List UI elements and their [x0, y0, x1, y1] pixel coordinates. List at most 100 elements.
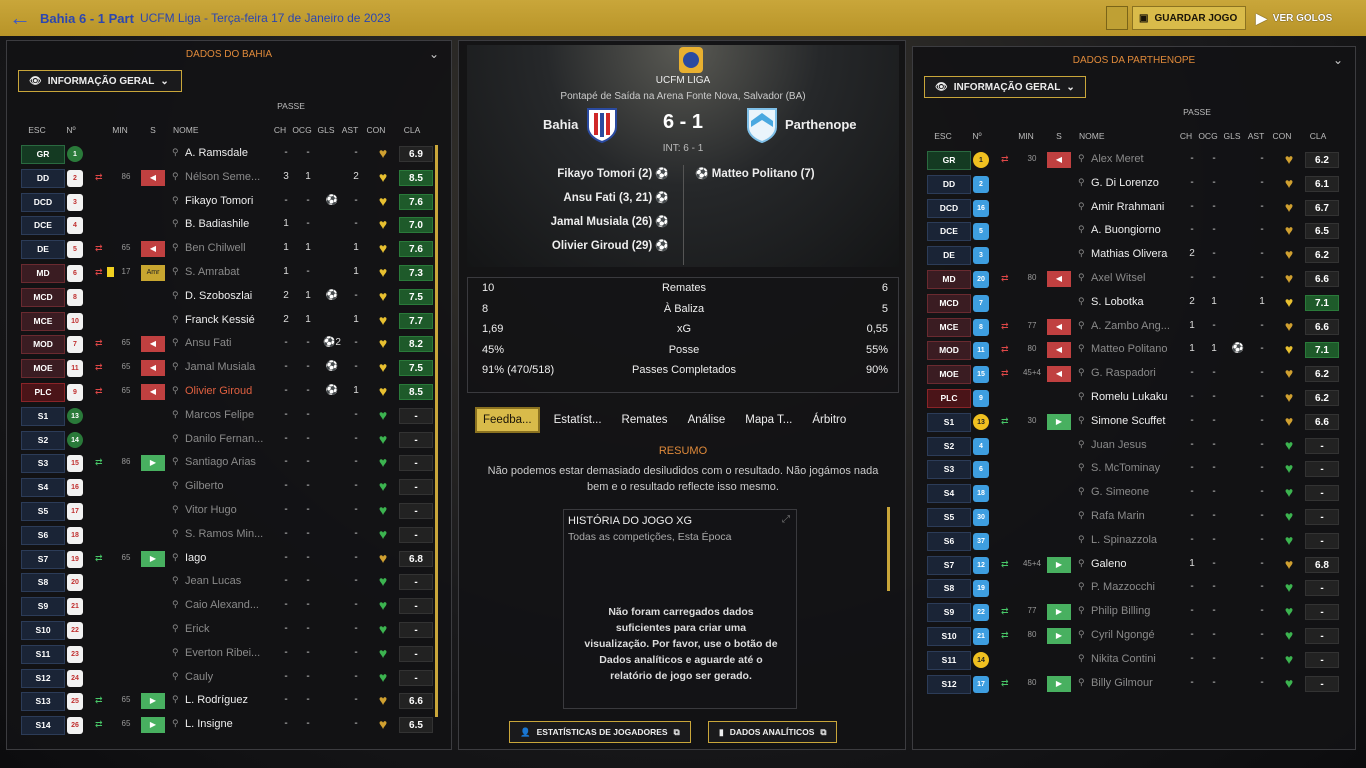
table-row[interactable]: MCD 7 ⚲ S. Lobotka 2 1 1 ♥ 7.1	[919, 292, 1339, 314]
column-header-nome[interactable]: NOME	[1079, 131, 1119, 141]
position-badge[interactable]: S4	[21, 478, 65, 498]
column-header-ch[interactable]: CH	[1175, 131, 1197, 141]
away-info-dropdown[interactable]: 👁 INFORMAÇÃO GERAL ⌄	[924, 76, 1086, 98]
player-name[interactable]: Jamal Musiala	[185, 361, 281, 373]
position-badge[interactable]: S10	[21, 621, 65, 640]
analysis-tab[interactable]: Feedba...	[475, 407, 540, 433]
position-badge[interactable]: S5	[21, 502, 65, 521]
player-name[interactable]: S. Lobotka	[1091, 296, 1187, 308]
player-name[interactable]: D. Szoboszlai	[185, 290, 281, 302]
column-header-cla[interactable]: CLA	[397, 125, 427, 135]
table-row[interactable]: S9 21 ⚲ Caio Alexand... - - - ♥ -	[13, 595, 433, 617]
player-name[interactable]: A. Ramsdale	[185, 147, 281, 159]
position-badge[interactable]: DD	[21, 168, 65, 188]
chevron-down-icon[interactable]: ⌄	[429, 47, 439, 61]
player-name[interactable]: Franck Kessié	[185, 314, 281, 326]
player-name[interactable]: A. Buongiorno	[1091, 224, 1187, 236]
back-arrow-icon[interactable]: ←	[0, 0, 40, 36]
player-name[interactable]: P. Mazzocchi	[1091, 581, 1187, 593]
table-row[interactable]: S10 21 ⇄ 80 ▶ ⚲ Cyril Ngongé - - - ♥ -	[919, 625, 1339, 647]
position-badge[interactable]: MOE	[927, 365, 971, 385]
position-badge[interactable]: S3	[21, 454, 65, 474]
player-name[interactable]: Fikayo Tomori	[185, 195, 281, 207]
position-badge[interactable]: S9	[927, 603, 971, 623]
position-badge[interactable]: S4	[927, 484, 971, 504]
position-badge[interactable]: MCD	[927, 293, 971, 313]
column-header-s[interactable]: S	[147, 125, 159, 135]
position-badge[interactable]: DCE	[21, 216, 65, 236]
position-badge[interactable]: S1	[927, 412, 971, 432]
position-badge[interactable]: S14	[21, 716, 65, 736]
analysis-tab[interactable]: Estatíst...	[548, 407, 608, 433]
table-row[interactable]: S3 15 ⇄ 86 ▶ ⚲ Santiago Arias - - - ♥ -	[13, 452, 433, 474]
analytics-data-button[interactable]: ▮ DADOS ANALÍTICOS ⧉	[708, 721, 838, 743]
table-row[interactable]: S6 18 ⚲ S. Ramos Min... - - - ♥ -	[13, 524, 433, 546]
column-header-ast[interactable]: AST	[1245, 131, 1267, 141]
player-name[interactable]: Romelu Lukaku	[1091, 391, 1187, 403]
table-row[interactable]: DD 2 ⚲ G. Di Lorenzo - - - ♥ 6.1	[919, 173, 1339, 195]
table-row[interactable]: S1 13 ⇄ 30 ▶ ⚲ Simone Scuffet - - - ♥ 6.6	[919, 411, 1339, 433]
table-row[interactable]: S4 16 ⚲ Gilberto - - - ♥ -	[13, 476, 433, 498]
position-badge[interactable]: S12	[927, 674, 971, 694]
position-badge[interactable]: S13	[21, 692, 65, 712]
position-badge[interactable]: S8	[21, 573, 65, 593]
player-name[interactable]: S. Amrabat	[185, 266, 281, 278]
table-row[interactable]: MCE 8 ⇄ 77 ◀ ⚲ A. Zambo Ang... 1 - - ♥ 6.6	[919, 316, 1339, 338]
position-badge[interactable]: MD	[21, 264, 65, 283]
player-name[interactable]: B. Badiashile	[185, 218, 281, 230]
table-row[interactable]: S2 4 ⚲ Juan Jesus - - - ♥ -	[919, 435, 1339, 457]
table-row[interactable]: S2 14 ⚲ Danilo Fernan... - - - ♥ -	[13, 429, 433, 451]
position-badge[interactable]: S9	[21, 597, 65, 617]
table-row[interactable]: MOD 7 ⇄ 65 ◀ ⚲ Ansu Fati - - ⚽2- ♥ 8.2	[13, 333, 433, 355]
column-header-no[interactable]: Nº	[63, 125, 79, 135]
position-badge[interactable]: DCD	[21, 192, 65, 212]
player-name[interactable]: Alex Meret	[1091, 153, 1187, 165]
position-badge[interactable]: MCE	[927, 317, 971, 337]
player-name[interactable]: Marcos Felipe	[185, 409, 281, 421]
position-badge[interactable]: GR	[927, 151, 971, 170]
column-header-cla[interactable]: CLA	[1303, 131, 1333, 141]
table-row[interactable]: MOE 15 ⇄ 45+4 ◀ ⚲ G. Raspadori - - - ♥ 6.2	[919, 363, 1339, 385]
player-name[interactable]: Rafa Marin	[1091, 510, 1187, 522]
table-row[interactable]: S10 22 ⚲ Erick - - - ♥ -	[13, 619, 433, 641]
table-row[interactable]: S3 6 ⚲ S. McTominay - - - ♥ -	[919, 458, 1339, 480]
player-name[interactable]: Philip Billing	[1091, 605, 1187, 617]
analysis-tab[interactable]: Árbitro	[806, 407, 852, 433]
table-row[interactable]: MD 6 ⇄ 17 Amr ⚲ S. Amrabat 1-1 ♥ 7.3	[13, 262, 433, 284]
player-name[interactable]: Danilo Fernan...	[185, 433, 281, 445]
position-badge[interactable]: S2	[21, 430, 65, 450]
position-badge[interactable]: S10	[927, 627, 971, 646]
player-name[interactable]: Juan Jesus	[1091, 439, 1187, 451]
player-name[interactable]: L. Rodríguez	[185, 694, 281, 706]
column-header-ocg[interactable]: OCG	[291, 125, 313, 135]
position-badge[interactable]: DE	[927, 246, 971, 266]
player-name[interactable]: Gilberto	[185, 480, 281, 492]
position-badge[interactable]: S11	[21, 644, 65, 664]
column-header-esc[interactable]: ESC	[921, 131, 965, 141]
table-row[interactable]: S12 17 ⇄ 80 ▶ ⚲ Billy Gilmour - - - ♥ -	[919, 673, 1339, 695]
position-badge[interactable]: DD	[927, 174, 971, 194]
column-header-nome[interactable]: NOME	[173, 125, 213, 135]
player-name[interactable]: S. Ramos Min...	[185, 528, 281, 540]
position-badge[interactable]: S12	[21, 668, 65, 688]
player-name[interactable]: Amir Rrahmani	[1091, 201, 1187, 213]
position-badge[interactable]: S6	[927, 531, 971, 551]
position-badge[interactable]: S2	[927, 436, 971, 456]
table-row[interactable]: DCD 16 ⚲ Amir Rrahmani - - - ♥ 6.7	[919, 197, 1339, 219]
player-name[interactable]: Galeno	[1091, 558, 1187, 570]
toolbar-blank-button[interactable]	[1106, 6, 1128, 30]
column-header-esc[interactable]: ESC	[15, 125, 59, 135]
chevron-down-icon[interactable]: ⌄	[1333, 53, 1343, 67]
table-row[interactable]: S14 26 ⇄ 65 ▶ ⚲ L. Insigne - - - ♥ 6.5	[13, 714, 433, 736]
position-badge[interactable]: MCD	[21, 287, 65, 307]
table-row[interactable]: S11 14 ⚲ Nikita Contini - - - ♥ -	[919, 649, 1339, 671]
table-row[interactable]: MOD 11 ⇄ 80 ◀ ⚲ Matteo Politano 1 1 ⚽ - ♥ 7.1	[919, 339, 1339, 361]
table-row[interactable]: DE 3 ⚲ Mathias Olivera 2 - - ♥ 6.2	[919, 244, 1339, 266]
column-header-con[interactable]: CON	[1269, 131, 1295, 141]
analysis-tab[interactable]: Mapa T...	[739, 407, 798, 433]
table-row[interactable]: S7 19 ⇄ 65 ▶ ⚲ Iago - - - ♥ 6.8	[13, 548, 433, 570]
player-name[interactable]: Ben Chilwell	[185, 242, 281, 254]
table-row[interactable]: S5 30 ⚲ Rafa Marin - - - ♥ -	[919, 506, 1339, 528]
position-badge[interactable]: DCE	[927, 222, 971, 242]
table-row[interactable]: S6 37 ⚲ L. Spinazzola - - - ♥ -	[919, 530, 1339, 552]
